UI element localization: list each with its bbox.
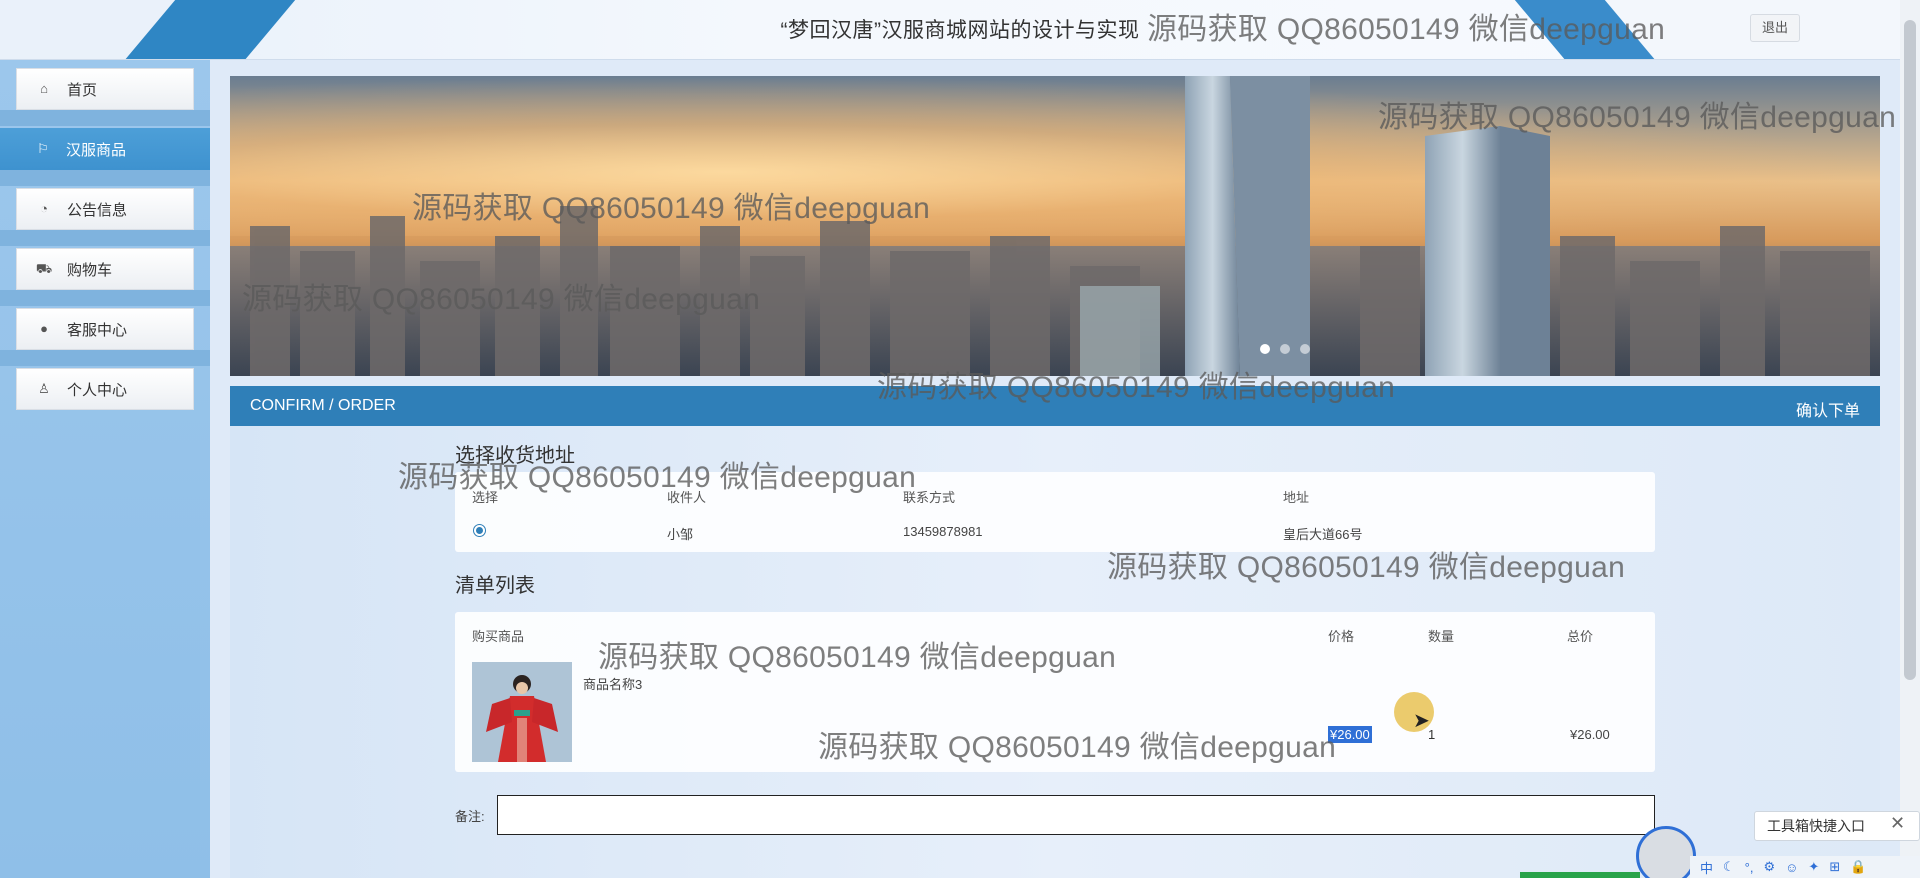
- assistant-robot-icon[interactable]: [1636, 826, 1696, 878]
- sidebar-item-support[interactable]: ● 客服中心: [16, 308, 194, 350]
- gauge-icon: ◔: [40, 201, 48, 216]
- sidebar-item-label: 客服中心: [67, 321, 128, 339]
- column-header: 收件人: [667, 490, 707, 505]
- address-heading: 选择收货地址: [455, 445, 575, 467]
- column-header: 价格: [1328, 629, 1355, 644]
- section-title-zh: 确认下单: [1795, 403, 1860, 420]
- support-icon: ●: [40, 321, 48, 336]
- cart-icon: ⛟: [35, 261, 53, 276]
- settings-icon[interactable]: ⚙: [1763, 859, 1775, 875]
- recipient-address: 皇后大道66号: [1283, 527, 1363, 542]
- logout-button[interactable]: 退出: [1750, 14, 1800, 42]
- sidebar-divider: [0, 350, 210, 366]
- sidebar-item-profile[interactable]: ♙ 个人中心: [16, 368, 194, 410]
- recipient-name: 小邹: [667, 527, 694, 542]
- scrollbar-thumb[interactable]: [1904, 20, 1916, 680]
- skin-icon[interactable]: ✦: [1808, 859, 1819, 875]
- sidebar: [0, 60, 210, 878]
- carousel-dot[interactable]: [1300, 344, 1310, 354]
- column-header: 地址: [1283, 490, 1310, 505]
- site-title: “梦回汉唐”汉服商城网站的设计与实现: [780, 19, 1140, 42]
- top-header: “梦回汉唐”汉服商城网站的设计与实现 退出: [0, 0, 1920, 60]
- page-scrollbar[interactable]: [1900, 0, 1920, 878]
- product-image[interactable]: [472, 662, 572, 762]
- banner-carousel[interactable]: [230, 76, 1880, 376]
- sidebar-item-home[interactable]: ⌂ 首页: [16, 68, 194, 110]
- lock-icon[interactable]: 🔒: [1850, 859, 1866, 875]
- carousel-dot[interactable]: [1260, 344, 1270, 354]
- sidebar-item-label: 购物车: [67, 261, 113, 279]
- product-price-value: ¥26.00: [1328, 726, 1372, 743]
- user-icon: ♙: [38, 381, 50, 396]
- grid-icon[interactable]: ⊞: [1829, 859, 1840, 875]
- sidebar-item-label: 首页: [67, 81, 98, 99]
- flag-icon: ⚐: [37, 141, 49, 156]
- home-icon: ⌂: [40, 81, 48, 96]
- punctuation-icon[interactable]: °,: [1745, 860, 1754, 875]
- sidebar-item-cart[interactable]: ⛟ 购物车: [16, 248, 194, 290]
- ime-chinese-icon[interactable]: 中: [1700, 858, 1713, 877]
- remark-label: 备注:: [455, 809, 485, 824]
- ime-toolbar: 中 ☾ °, ⚙ ☺ ✦ ⊞ 🔒: [1690, 856, 1920, 878]
- sidebar-divider: [0, 290, 210, 306]
- section-title-en: CONFIRM / ORDER: [250, 397, 396, 414]
- remark-input[interactable]: [497, 795, 1655, 835]
- order-list-heading: 清单列表: [455, 575, 535, 597]
- address-select-radio[interactable]: [473, 524, 486, 537]
- sidebar-item-label: 公告信息: [67, 201, 128, 219]
- carousel-dot[interactable]: [1280, 344, 1290, 354]
- city-skyline-image: [230, 76, 1880, 376]
- sidebar-item-hanfu-products[interactable]: ⚐ 汉服商品: [0, 128, 210, 170]
- column-header: 联系方式: [903, 490, 956, 505]
- sidebar-divider: [0, 170, 210, 186]
- sidebar-item-label: 汉服商品: [66, 141, 127, 159]
- product-name[interactable]: 商品名称3: [583, 674, 642, 693]
- product-price: ¥26.00: [1328, 726, 1372, 743]
- column-header: 选择: [472, 490, 499, 505]
- order-table: 购买商品 价格 数量 总价 商品名称3 ¥26.00 1 ¥26.00: [455, 612, 1655, 772]
- sidebar-item-label: 个人中心: [67, 381, 128, 399]
- recipient-phone: 13459878981: [903, 524, 983, 539]
- emoji-icon[interactable]: ☺: [1785, 860, 1798, 875]
- column-header: 购买商品: [472, 629, 525, 644]
- hanfu-model-image: [472, 662, 572, 762]
- green-action-button[interactable]: [1520, 872, 1640, 878]
- close-icon[interactable]: ✕: [1890, 813, 1905, 834]
- sidebar-divider: [0, 110, 210, 126]
- carousel-indicators: [1260, 344, 1310, 354]
- section-header: CONFIRM / ORDER 确认下单: [230, 386, 1880, 426]
- column-header: 数量: [1428, 629, 1455, 644]
- sidebar-divider: [0, 230, 210, 246]
- column-header: 总价: [1567, 629, 1594, 644]
- sidebar-item-announcements[interactable]: ◔ 公告信息: [16, 188, 194, 230]
- product-total: ¥26.00: [1570, 727, 1610, 742]
- address-table: 选择 收件人 联系方式 地址 小邹 13459878981 皇后大道66号: [455, 472, 1655, 552]
- moon-icon[interactable]: ☾: [1723, 859, 1735, 875]
- mouse-cursor-icon: ➤: [1413, 710, 1430, 732]
